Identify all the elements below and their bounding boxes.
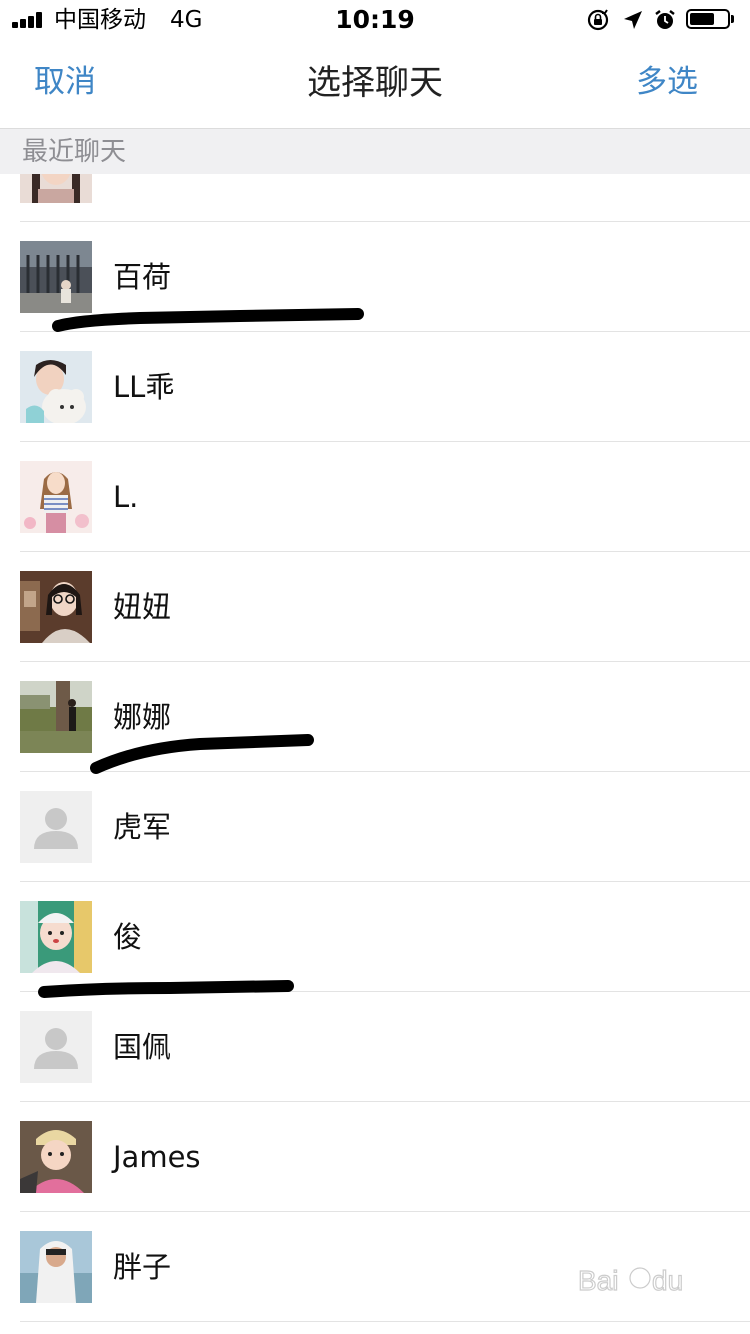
svg-text:du: du — [652, 1265, 683, 1296]
watermark-logo: Bai du — [577, 1256, 718, 1318]
scribble-stroke — [38, 980, 294, 998]
scribble-stroke — [90, 734, 314, 774]
redaction-scribbles — [38, 308, 364, 998]
svg-text:Bai: Bai — [578, 1265, 618, 1296]
scribble-stroke — [52, 308, 364, 332]
